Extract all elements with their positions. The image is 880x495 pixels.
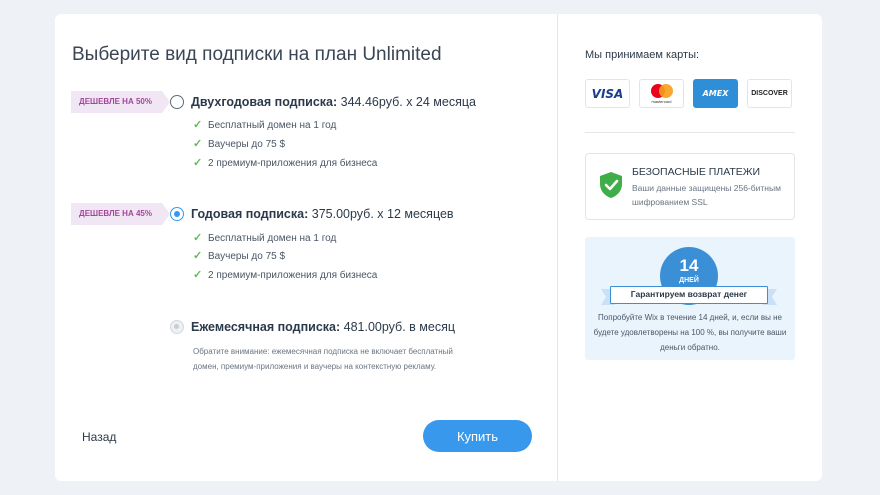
plan-name: Двухгодовая подписка: [191,95,338,109]
guarantee-banner: Гарантируем возврат денег [601,286,777,305]
plan-feature: ✓ Ваучеры до 75 $ [193,250,286,262]
plan-feature: ✓ Бесплатный домен на 1 год [193,119,337,131]
discount-ribbon: ДЕШЕВЛЕ НА 50% [71,91,170,113]
accepted-cards-label: Мы принимаем карты: [585,49,700,61]
plan-label[interactable]: Годовая подписка: 375.00руб. x 12 месяце… [191,207,454,221]
check-icon: ✓ [193,119,203,131]
visa-icon: VISA [585,79,630,108]
separator [585,132,795,133]
check-icon: ✓ [193,138,203,150]
back-link[interactable]: Назад [82,430,116,444]
plan-label[interactable]: Ежемесячная подписка: 481.00руб. в месяц [191,320,455,334]
plan-selection-panel: Выберите вид подписки на план Unlimited … [55,14,557,481]
secure-payments-box: БЕЗОПАСНЫЕ ПЛАТЕЖИ Ваши данные защищены … [585,153,795,220]
plan-feature: ✓ 2 премиум-приложения для бизнеса [193,157,378,169]
discover-icon: DISCOVER [747,79,792,108]
plan-name: Годовая подписка: [191,207,309,221]
amex-icon: AMEX [693,79,738,108]
guarantee-text: Попробуйте Wix в течение 14 дней, и, есл… [593,313,787,352]
plan-radio-monthly[interactable] [170,320,184,334]
check-icon: ✓ [193,269,203,281]
plan-name: Ежемесячная подписка: [191,320,341,334]
days-word: ДНЕЙ [679,277,699,284]
plan-radio-two-year[interactable] [170,95,184,109]
days-number: 14 [679,256,699,275]
shield-check-icon [600,172,622,198]
money-back-guarantee: 14 ДНЕЙ Гарантируем возврат денег Попроб… [585,237,795,360]
checkout-card: Выберите вид подписки на план Unlimited … [55,14,822,481]
discount-ribbon: ДЕШЕВЛЕ НА 45% [71,203,170,225]
check-icon: ✓ [193,250,203,262]
secure-payments-title: БЕЗОПАСНЫЕ ПЛАТЕЖИ [632,166,761,178]
mastercard-icon: mastercard [639,79,684,108]
guarantee-banner-label: Гарантируем возврат денег [610,286,768,304]
plan-radio-yearly[interactable] [170,207,184,221]
plan-price: 344.46руб. x 24 месяца [340,95,476,109]
secure-payments-desc: Ваши данные защищены 256-битным шифрован… [632,183,781,207]
page-title: Выберите вид подписки на план Unlimited [72,44,442,65]
plan-note: Обратите внимание: ежемесячная подписка … [193,347,453,371]
plan-price: 481.00руб. в месяц [343,320,456,334]
payment-info-panel: Мы принимаем карты: VISA mastercard AMEX… [558,14,822,481]
check-icon: ✓ [193,232,203,244]
plan-feature: ✓ 2 премиум-приложения для бизнеса [193,269,378,281]
plan-price: 375.00руб. x 12 месяцев [311,207,454,221]
check-icon: ✓ [193,157,203,169]
plan-feature: ✓ Бесплатный домен на 1 год [193,232,337,244]
buy-button[interactable]: Купить [423,420,532,452]
plan-feature: ✓ Ваучеры до 75 $ [193,138,286,150]
plan-label[interactable]: Двухгодовая подписка: 344.46руб. x 24 ме… [191,95,476,109]
